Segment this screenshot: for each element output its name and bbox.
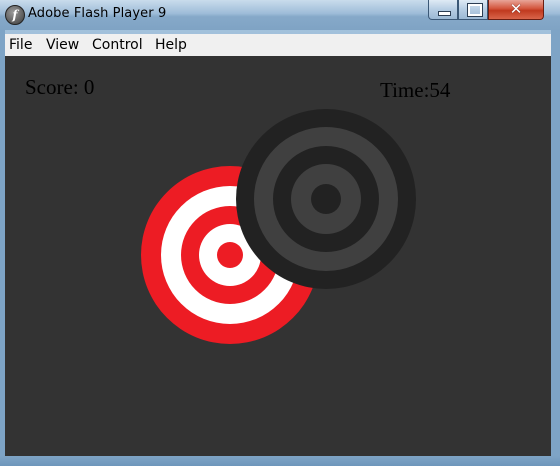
window-title: Adobe Flash Player 9	[28, 6, 167, 21]
red-target-bullseye	[217, 242, 243, 268]
window-frame-bottom	[0, 456, 560, 466]
flash-player-window: f Adobe Flash Player 9 ✕ File View Contr…	[0, 0, 560, 466]
maximize-button[interactable]	[458, 0, 488, 20]
menu-help[interactable]: Help	[155, 37, 187, 53]
maximize-icon	[467, 3, 483, 17]
dark-target-bullseye	[311, 184, 341, 214]
game-stage[interactable]: Score: 0 Time:54	[5, 56, 551, 456]
close-icon: ✕	[509, 0, 523, 18]
minimize-icon	[438, 11, 451, 16]
minimize-button[interactable]	[428, 0, 458, 20]
window-frame-right	[551, 30, 560, 460]
close-button[interactable]: ✕	[488, 0, 544, 20]
score-display: Score: 0	[25, 75, 95, 99]
menu-view[interactable]: View	[46, 37, 79, 53]
menu-control[interactable]: Control	[92, 37, 143, 53]
menu-file[interactable]: File	[9, 37, 32, 53]
menu-bar: File View Control Help	[5, 34, 551, 57]
flash-player-icon[interactable]: f	[5, 5, 25, 25]
time-display: Time:54	[380, 78, 451, 102]
title-bar[interactable]: f Adobe Flash Player 9 ✕	[0, 0, 560, 30]
